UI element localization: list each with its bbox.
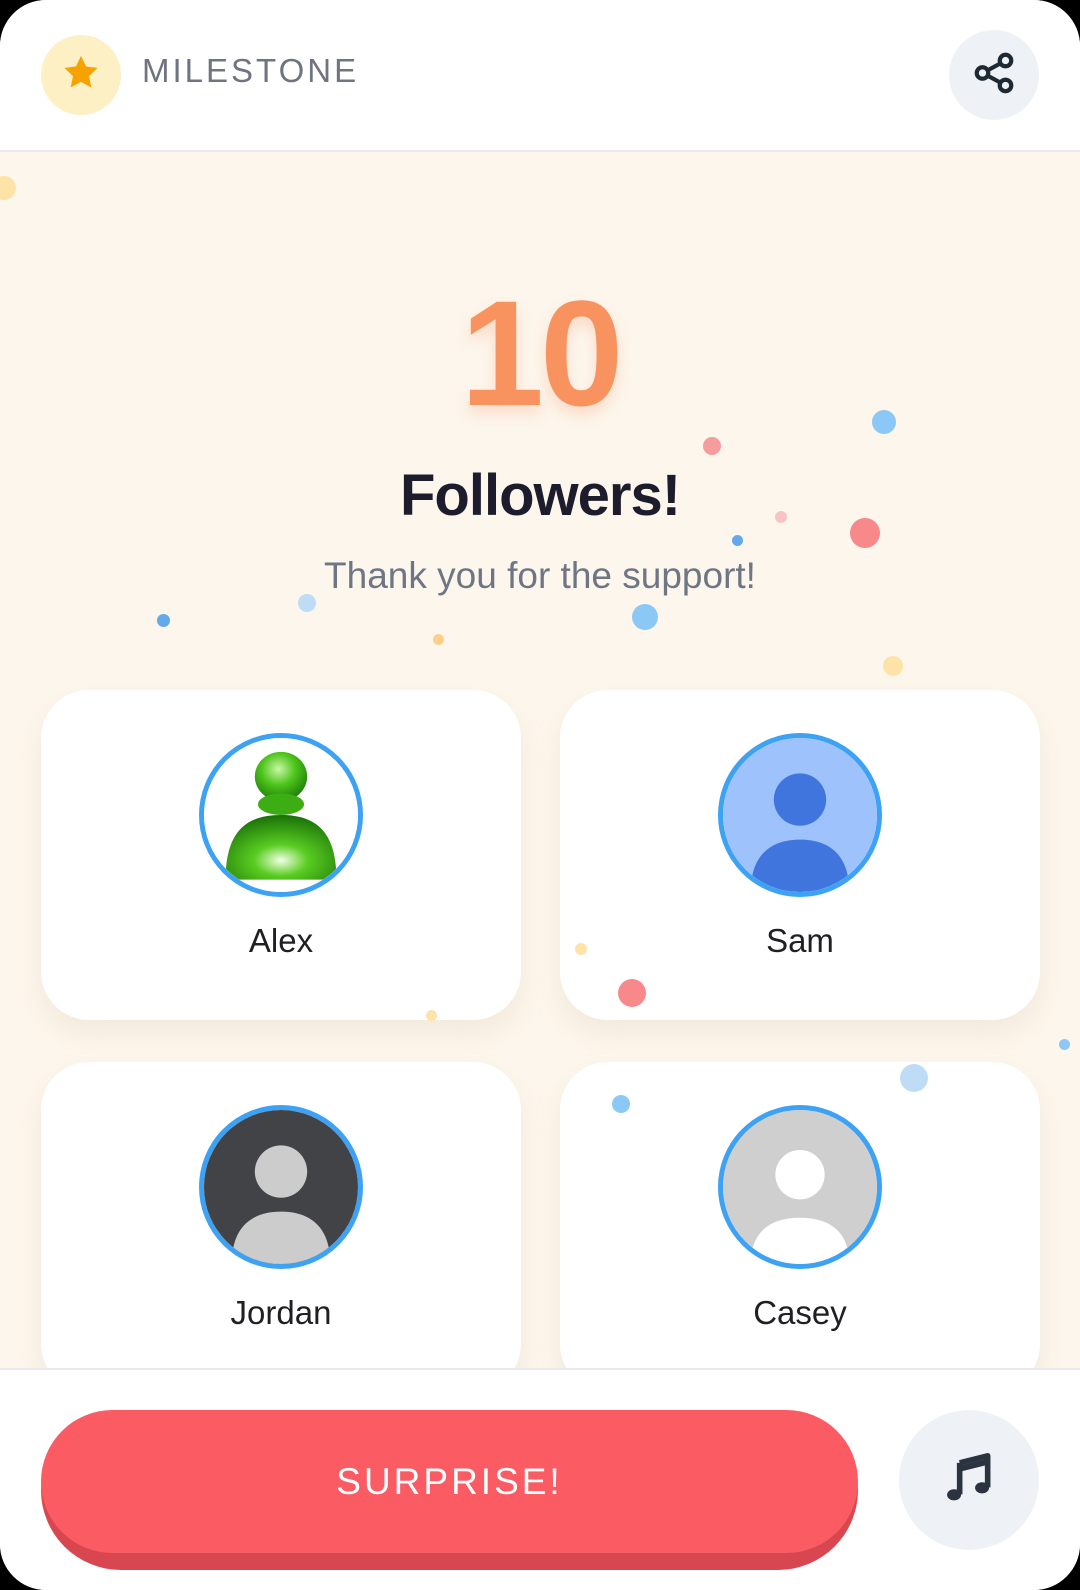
surprise-label: SURPRISE! — [336, 1460, 563, 1502]
confetti-dot — [0, 176, 16, 200]
dark-person-avatar — [199, 1105, 363, 1269]
milestone-screen: MILESTONE 10 Followers! Thank you for th… — [0, 0, 1080, 1590]
follower-card-jordan[interactable]: Jordan — [41, 1062, 521, 1368]
milestone-panel: 10 Followers! Thank you for the support! — [0, 152, 1080, 1368]
follower-card-alex[interactable]: Alex — [41, 690, 521, 1020]
follower-name: Jordan — [230, 1294, 332, 1331]
blue-person-avatar — [718, 733, 882, 897]
follower-card-casey[interactable]: Casey — [560, 1062, 1040, 1368]
follower-name: Alex — [248, 922, 314, 959]
confetti-dot — [900, 1064, 928, 1092]
surprise-button[interactable]: SURPRISE! — [41, 1410, 858, 1570]
header: MILESTONE — [0, 0, 1080, 152]
confetti-dot — [426, 1010, 437, 1021]
header-title: MILESTONE — [142, 52, 360, 89]
confetti-dot — [433, 634, 444, 645]
footer: SURPRISE! — [0, 1368, 1080, 1590]
confetti-dot — [1059, 1039, 1070, 1050]
star-icon — [60, 52, 102, 99]
follower-name: Sam — [766, 922, 834, 959]
star-badge — [41, 35, 121, 115]
confetti-dot — [883, 656, 903, 676]
confetti-dot — [575, 943, 587, 955]
confetti-dot — [732, 535, 743, 546]
green-person-avatar — [199, 733, 363, 897]
surprise-button-face: SURPRISE! — [41, 1410, 858, 1553]
confetti-dot — [703, 437, 721, 455]
music-button[interactable] — [899, 1410, 1039, 1550]
gray-person-avatar — [718, 1105, 882, 1269]
share-button[interactable] — [949, 30, 1039, 120]
share-icon — [971, 50, 1017, 101]
confetti-dot — [612, 1095, 630, 1113]
confetti-dot — [157, 614, 170, 627]
confetti-dot — [632, 604, 658, 630]
milestone-count: 10 — [460, 269, 624, 437]
confetti-dot — [618, 979, 646, 1007]
follower-name: Casey — [753, 1294, 847, 1331]
milestone-headline: Followers! — [399, 463, 681, 528]
milestone-message: Thank you for the support! — [324, 555, 756, 596]
follower-card-sam[interactable]: Sam — [560, 690, 1040, 1020]
music-note-icon — [941, 1450, 997, 1511]
